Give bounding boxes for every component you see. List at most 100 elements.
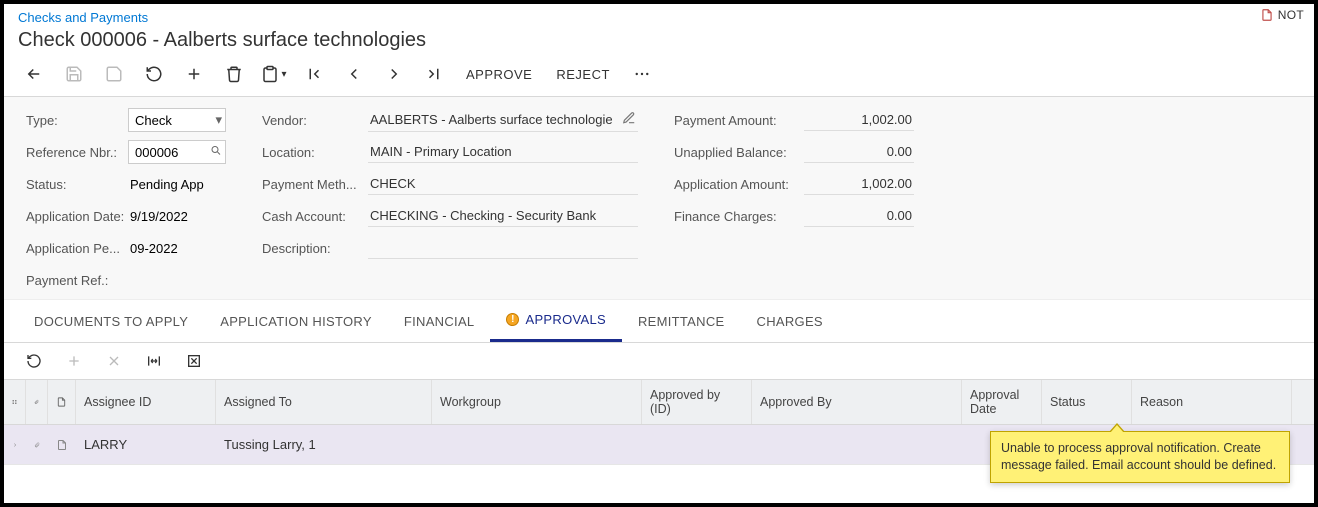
export-button[interactable] — [174, 347, 214, 375]
appper-field — [128, 236, 226, 260]
trash-icon — [225, 65, 243, 83]
export-icon — [186, 353, 202, 369]
tab-approvals[interactable]: !APPROVALS — [490, 300, 622, 342]
delete-button[interactable] — [214, 60, 254, 88]
appdate-label: Application Date: — [26, 209, 128, 224]
notes-label: NOT — [1278, 8, 1304, 22]
ellipsis-icon — [633, 65, 651, 83]
row-attach[interactable] — [26, 431, 48, 459]
main-toolbar: ▾ APPROVE REJECT — [4, 60, 1314, 97]
last-record-button[interactable] — [414, 60, 454, 88]
grid-header: Assignee ID Assigned To Workgroup Approv… — [4, 379, 1314, 425]
note-icon — [56, 439, 68, 451]
cashacct-label: Cash Account: — [262, 209, 368, 224]
desc-field[interactable] — [368, 237, 638, 259]
save-button — [54, 60, 94, 88]
paperclip-icon — [34, 396, 39, 408]
approve-button[interactable]: APPROVE — [454, 67, 544, 82]
col-selector[interactable] — [4, 380, 26, 424]
next-record-button[interactable] — [374, 60, 414, 88]
cell-approved-by — [752, 437, 962, 453]
detail-tabs: DOCUMENTS TO APPLY APPLICATION HISTORY F… — [4, 300, 1314, 343]
col-attach[interactable] — [26, 380, 48, 424]
page-title: Check 000006 - Aalberts surface technolo… — [4, 25, 1314, 60]
notes-button[interactable]: NOT — [1260, 8, 1304, 22]
vendor-field[interactable]: AALBERTS - Aalberts surface technologie — [368, 108, 638, 132]
refresh-icon — [26, 353, 42, 369]
type-select[interactable] — [128, 108, 226, 132]
file-icon — [1260, 8, 1274, 22]
note-icon — [56, 396, 67, 408]
col-assigned-to[interactable]: Assigned To — [216, 380, 432, 424]
chevron-left-icon — [345, 65, 363, 83]
desc-label: Description: — [262, 241, 368, 256]
back-button[interactable] — [14, 60, 54, 88]
save-close-button — [94, 60, 134, 88]
clipboard-icon — [261, 65, 279, 83]
col-approved-by-id[interactable]: Approved by (ID) — [642, 380, 752, 424]
last-icon — [425, 65, 443, 83]
cashacct-field: CHECKING - Checking - Security Bank — [368, 205, 638, 227]
x-icon — [106, 353, 122, 369]
paperclip-icon — [34, 439, 40, 451]
plus-icon — [185, 65, 203, 83]
grid-toolbar — [4, 343, 1314, 379]
col-workgroup[interactable]: Workgroup — [432, 380, 642, 424]
pencil-icon[interactable] — [622, 111, 636, 128]
col-assignee-id[interactable]: Assignee ID — [76, 380, 216, 424]
payamt-field: 1,002.00 — [804, 109, 914, 131]
unapp-label: Unapplied Balance: — [674, 145, 804, 160]
ref-label: Reference Nbr.: — [26, 145, 128, 160]
appper-label: Application Pe... — [26, 241, 128, 256]
arrow-left-icon — [25, 65, 43, 83]
warning-icon: ! — [506, 313, 519, 326]
col-approval-date[interactable]: Approval Date — [962, 380, 1042, 424]
grip-icon — [12, 397, 17, 407]
ref-input[interactable] — [128, 140, 226, 164]
tab-remittance[interactable]: REMITTANCE — [622, 300, 741, 342]
row-note[interactable] — [48, 431, 76, 459]
tab-documents[interactable]: DOCUMENTS TO APPLY — [18, 300, 204, 342]
warning-tooltip: Unable to process approval notification.… — [990, 431, 1290, 483]
row-expand[interactable] — [4, 432, 26, 458]
status-field — [128, 172, 226, 196]
first-record-button[interactable] — [294, 60, 334, 88]
chevron-right-icon — [12, 440, 18, 450]
undo-button[interactable] — [134, 60, 174, 88]
cell-assignee-id: LARRY — [76, 429, 216, 460]
type-label: Type: — [26, 113, 128, 128]
save-icon — [65, 65, 83, 83]
payref-field — [128, 268, 226, 292]
vendor-label: Vendor: — [262, 113, 368, 128]
location-field: MAIN - Primary Location — [368, 141, 638, 163]
add-button[interactable] — [174, 60, 214, 88]
prev-record-button[interactable] — [334, 60, 374, 88]
save-close-icon — [105, 65, 123, 83]
fin-field: 0.00 — [804, 205, 914, 227]
first-icon — [305, 65, 323, 83]
tab-financial[interactable]: FINANCIAL — [388, 300, 491, 342]
fit-columns-button[interactable] — [134, 347, 174, 375]
col-reason[interactable]: Reason — [1132, 380, 1292, 424]
refresh-button[interactable] — [14, 347, 54, 375]
appamt-label: Application Amount: — [674, 177, 804, 192]
appamt-field: 1,002.00 — [804, 173, 914, 195]
add-row-button — [54, 347, 94, 375]
undo-icon — [145, 65, 163, 83]
fin-label: Finance Charges: — [674, 209, 804, 224]
fit-icon — [146, 353, 162, 369]
breadcrumb-link[interactable]: Checks and Payments — [18, 8, 148, 25]
more-actions-button[interactable] — [622, 60, 662, 88]
tab-charges[interactable]: CHARGES — [741, 300, 839, 342]
col-note[interactable] — [48, 380, 76, 424]
tab-history[interactable]: APPLICATION HISTORY — [204, 300, 388, 342]
cell-approved-by-id — [642, 437, 752, 453]
clipboard-button[interactable]: ▾ — [254, 60, 294, 88]
reject-button[interactable]: REJECT — [544, 67, 622, 82]
paymeth-label: Payment Meth... — [262, 177, 368, 192]
payamt-label: Payment Amount: — [674, 113, 804, 128]
col-approved-by[interactable]: Approved By — [752, 380, 962, 424]
location-label: Location: — [262, 145, 368, 160]
paymeth-field: CHECK — [368, 173, 638, 195]
col-status[interactable]: Status — [1042, 380, 1132, 424]
